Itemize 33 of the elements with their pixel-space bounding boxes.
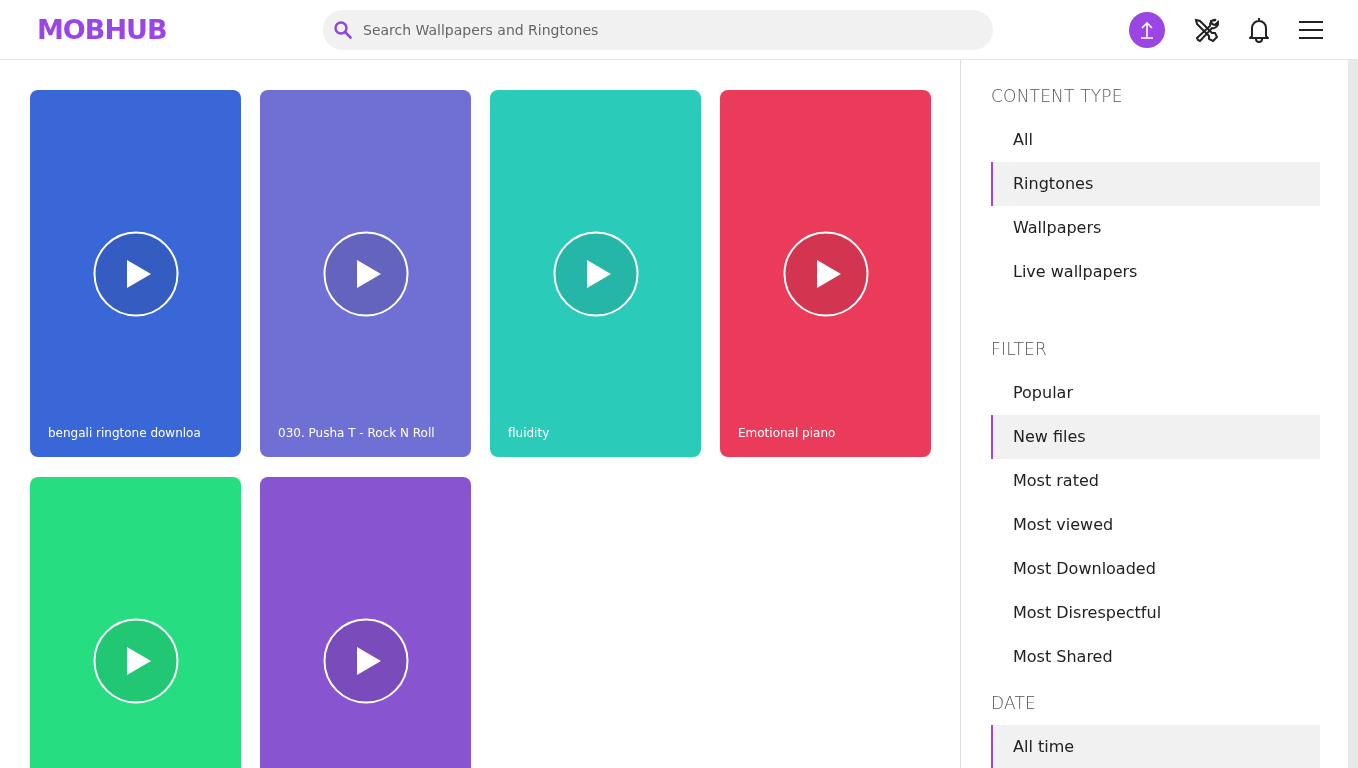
sidebar-item[interactable]: Wallpapers xyxy=(991,206,1320,250)
bell-icon[interactable] xyxy=(1247,15,1271,44)
sidebar-item[interactable]: Most Downloaded xyxy=(991,547,1320,591)
sidebar-item[interactable]: All xyxy=(991,118,1320,162)
sidebar-item[interactable]: Most Shared xyxy=(991,635,1320,679)
menu-icon[interactable] xyxy=(1298,19,1324,40)
card-title: Emotional piano xyxy=(738,426,836,440)
section-heading: CONTENT TYPE xyxy=(991,86,1124,106)
sidebar-item[interactable]: All time xyxy=(991,725,1320,768)
scrollbar[interactable] xyxy=(1348,60,1358,768)
sidebar-item[interactable]: Ringtones xyxy=(991,162,1320,206)
upload-button[interactable] xyxy=(1129,11,1165,48)
sidebar-item[interactable]: Most rated xyxy=(991,459,1320,503)
search-field[interactable]: Search Wallpapers and Ringtones xyxy=(323,9,993,50)
sidebar-item[interactable]: Popular xyxy=(991,371,1320,415)
play-button[interactable] xyxy=(782,231,869,317)
card-title: fluidity xyxy=(508,426,550,440)
section-heading: FILTER xyxy=(991,339,1049,359)
sidebar-item[interactable]: New files xyxy=(991,415,1320,459)
play-button[interactable] xyxy=(322,231,409,317)
ringtone-card[interactable]: 030. Pusha T - Rock N Roll xyxy=(260,90,471,457)
sidebar-item[interactable]: Live wallpapers xyxy=(991,250,1320,294)
ringtone-card[interactable]: bengali ringtone downloa xyxy=(30,90,241,457)
play-button[interactable] xyxy=(92,231,179,317)
section-heading: DATE xyxy=(991,693,1038,713)
logo[interactable]: MOBHUB xyxy=(37,14,287,45)
play-button[interactable] xyxy=(552,231,639,317)
card-title: 030. Pusha T - Rock N Roll xyxy=(278,426,435,440)
sidebar-item[interactable]: Most Disrespectful xyxy=(991,591,1320,635)
ringtone-card[interactable]: Emotional piano xyxy=(720,90,931,457)
card-title: bengali ringtone downloa xyxy=(48,426,201,440)
play-button[interactable] xyxy=(322,618,409,704)
sidebar-item[interactable]: Most viewed xyxy=(991,503,1320,547)
